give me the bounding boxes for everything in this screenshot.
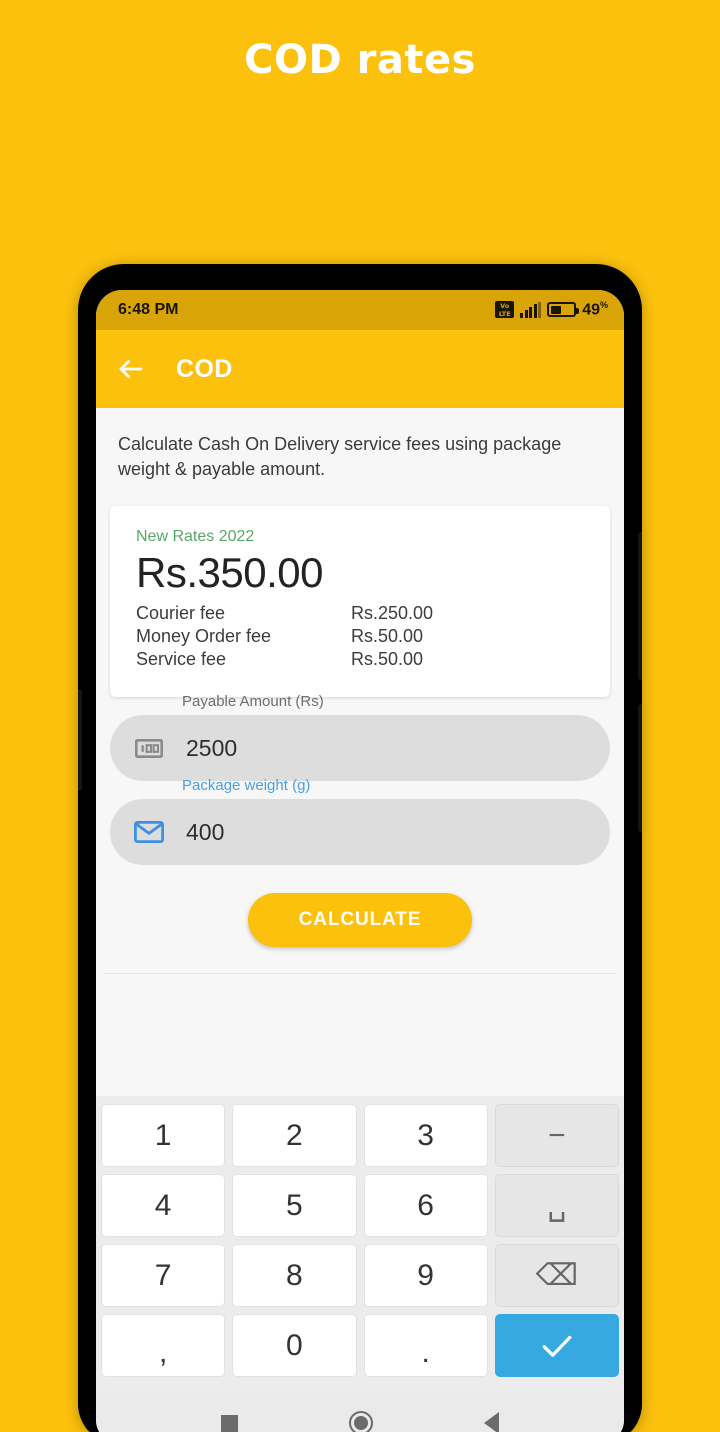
fee-name: Service fee	[136, 649, 227, 669]
volte-icon: Vo LTE	[495, 301, 515, 319]
package-weight-label: Package weight (g)	[182, 777, 311, 794]
key-1[interactable]: 1	[101, 1104, 226, 1167]
status-bar-time: 6:48 PM	[118, 301, 179, 318]
payable-amount-field[interactable]: Payable Amount (Rs) 2500	[110, 693, 610, 781]
key-9[interactable]: 9	[363, 1244, 488, 1307]
battery-percent-label: 49%	[582, 300, 608, 319]
payable-amount-label: Payable Amount (Rs)	[182, 693, 324, 710]
fee-name: Courier fee	[136, 603, 226, 623]
key-3[interactable]: 3	[363, 1104, 488, 1167]
key-7[interactable]: 7	[101, 1244, 226, 1307]
intro-description: Calculate Cash On Delivery service fees …	[118, 434, 562, 479]
android-nav-bar	[96, 1392, 624, 1432]
key-space[interactable]: ␣	[494, 1174, 619, 1237]
keyboard-row: 1 2 3 −	[101, 1104, 619, 1167]
keyboard-row: 7 8 9 ⌫	[101, 1244, 619, 1307]
signal-strength-icon	[520, 301, 542, 318]
fee-row: Service fee Rs.50.00	[136, 648, 584, 671]
phone-right-volume-button	[638, 704, 642, 832]
key-6[interactable]: 6	[363, 1174, 488, 1237]
numeric-keyboard: 1 2 3 − 4 5 6 ␣ 7 8 9 ⌫ , 0 .	[96, 1096, 624, 1392]
phone-right-power-button	[638, 532, 642, 680]
key-4[interactable]: 4	[101, 1174, 226, 1237]
calculate-button[interactable]: CALCULATE	[248, 893, 472, 947]
phone-mockup: 6:48 PM Vo LTE 49% COD Calculate Cash On…	[78, 264, 642, 1432]
keyboard-row: , 0 .	[101, 1314, 619, 1377]
key-2[interactable]: 2	[232, 1104, 357, 1167]
fee-value: Rs.250.00	[351, 603, 434, 623]
fee-name: Money Order fee	[136, 626, 272, 646]
keyboard-row: 4 5 6 ␣	[101, 1174, 619, 1237]
key-period[interactable]: .	[363, 1314, 488, 1377]
banknote-icon	[134, 733, 164, 763]
status-bar-indicators: Vo LTE 49%	[495, 300, 608, 319]
key-minus[interactable]: −	[494, 1104, 619, 1167]
app-bar: COD	[96, 330, 624, 408]
key-0[interactable]: 0	[232, 1314, 357, 1377]
fee-row: Courier fee Rs.250.00	[136, 602, 584, 625]
back-triangle-icon[interactable]	[483, 1412, 499, 1432]
key-accept[interactable]	[494, 1314, 619, 1377]
home-circle-icon[interactable]	[348, 1411, 373, 1432]
arrow-left-icon[interactable]	[116, 354, 146, 384]
key-comma[interactable]: ,	[101, 1314, 226, 1377]
payable-amount-value: 2500	[186, 734, 238, 761]
package-weight-value: 400	[186, 818, 225, 845]
page-title: COD rates	[244, 37, 476, 83]
envelope-icon	[134, 817, 164, 847]
fee-value: Rs.50.00	[351, 649, 424, 669]
content-divider	[104, 973, 616, 974]
main-content: Calculate Cash On Delivery service fees …	[96, 408, 624, 1096]
fee-value: Rs.50.00	[351, 626, 424, 646]
key-8[interactable]: 8	[232, 1244, 357, 1307]
phone-screen: 6:48 PM Vo LTE 49% COD Calculate Cash On…	[96, 290, 624, 1432]
rates-total-amount: Rs.350.00	[136, 549, 323, 596]
recents-square-icon[interactable]	[221, 1414, 239, 1432]
key-backspace[interactable]: ⌫	[494, 1244, 619, 1307]
calculate-button-wrapper: CALCULATE	[96, 893, 624, 947]
package-weight-field[interactable]: Package weight (g) 400	[110, 777, 610, 865]
battery-icon	[547, 302, 579, 318]
fee-row: Money Order fee Rs.50.00	[136, 625, 584, 648]
key-5[interactable]: 5	[232, 1174, 357, 1237]
rates-card: New Rates 2022 Rs.350.00 Courier fee Rs.…	[110, 506, 610, 697]
phone-left-volume-button	[78, 689, 82, 791]
app-bar-title: COD	[176, 354, 233, 383]
status-bar: 6:48 PM Vo LTE 49%	[96, 290, 624, 330]
rates-card-label: New Rates 2022	[136, 528, 255, 545]
